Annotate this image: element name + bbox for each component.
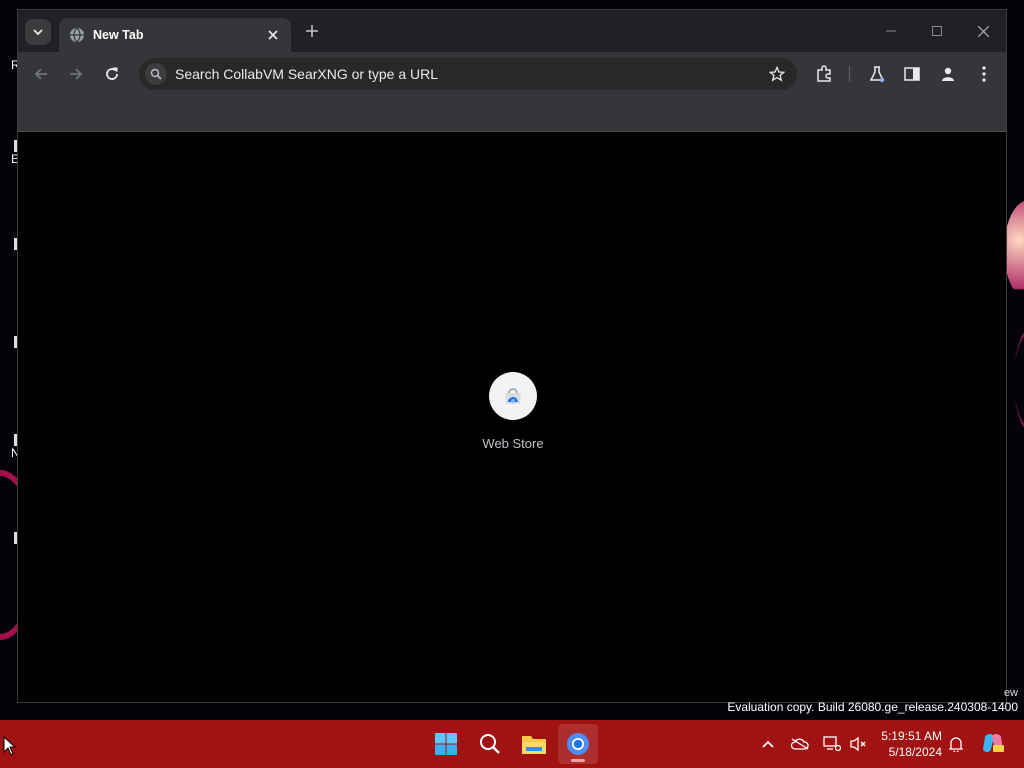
flask-icon: [869, 66, 885, 83]
evaluation-watermark: Evaluation copy. Build 26080.ge_release.…: [727, 700, 1018, 714]
minimize-button[interactable]: [876, 18, 906, 44]
toolbar-divider: [849, 66, 850, 82]
notifications-button[interactable]: [946, 734, 966, 754]
omnibox-input[interactable]: [175, 58, 763, 90]
search-button[interactable]: [470, 724, 510, 764]
desktop-icon-4[interactable]: [2, 336, 18, 348]
clock-time: 5:19:51 AM: [881, 729, 942, 743]
desktop-icon-3[interactable]: [2, 238, 18, 250]
side-panel-button[interactable]: [898, 60, 926, 88]
clock-date: 5/18/2024: [888, 745, 942, 759]
desktop-icon-5[interactable]: N: [2, 434, 20, 460]
active-app-indicator: [571, 759, 585, 762]
profile-button[interactable]: [934, 60, 962, 88]
bookmarks-bar: [18, 96, 1006, 132]
minimize-icon: [886, 30, 896, 32]
person-icon: [942, 67, 954, 81]
maximize-icon: [932, 26, 942, 36]
address-bar[interactable]: [139, 58, 797, 90]
back-button[interactable]: [27, 60, 55, 88]
new-tab-page: Web Store: [18, 132, 1006, 702]
browser-window: New Tab Search CollabVM SearXNG or type …: [17, 9, 1007, 703]
search-engine-icon[interactable]: [145, 63, 167, 85]
close-tab-icon[interactable]: [263, 25, 283, 45]
reload-button[interactable]: [98, 60, 126, 88]
close-icon: [977, 25, 989, 37]
chevron-down-icon: [33, 29, 43, 36]
mouse-cursor-icon: [3, 736, 17, 756]
file-explorer-button[interactable]: [514, 724, 554, 764]
chrome-taskbar-button[interactable]: [558, 724, 598, 764]
tab-search-button[interactable]: [25, 19, 51, 45]
puzzle-icon: [817, 65, 831, 82]
chrome-icon: [567, 733, 589, 755]
copilot-icon[interactable]: [980, 730, 1006, 756]
side-panel-icon: [904, 67, 920, 81]
desktop-icon-1[interactable]: R: [2, 58, 20, 72]
new-tab-button[interactable]: [301, 20, 323, 42]
volume-muted-icon[interactable]: [848, 734, 868, 754]
onedrive-icon[interactable]: [790, 734, 810, 754]
close-window-button[interactable]: [968, 18, 998, 44]
shortcut-web-store[interactable]: Web Store: [478, 372, 548, 451]
bell-icon: [949, 737, 963, 752]
web-store-icon: [489, 372, 537, 420]
reload-icon: [106, 67, 118, 80]
taskbar: [0, 720, 1024, 768]
arrow-left-icon: [34, 68, 47, 80]
globe-icon: [70, 27, 84, 43]
start-button[interactable]: [426, 724, 466, 764]
show-hidden-icons-button[interactable]: [758, 734, 778, 754]
bookmark-star-icon[interactable]: [763, 60, 791, 88]
windows-logo-icon: [435, 733, 457, 755]
taskbar-clock[interactable]: 5:19:51 AM 5/18/2024: [872, 728, 942, 760]
search-icon: [480, 734, 500, 754]
tab-strip: New Tab: [18, 10, 1006, 52]
chevron-up-icon: [762, 740, 774, 748]
plus-icon: [306, 25, 318, 37]
kebab-menu-icon: [982, 66, 986, 82]
watermark-fragment: ew: [1003, 687, 1018, 699]
forward-button[interactable]: [62, 60, 90, 88]
network-icon[interactable]: [822, 734, 842, 754]
folder-icon: [522, 736, 546, 754]
extensions-button[interactable]: [810, 60, 838, 88]
tab-new-tab[interactable]: New Tab: [59, 18, 291, 52]
desktop-icon-6[interactable]: [2, 532, 18, 544]
browser-toolbar: [18, 52, 1006, 96]
arrow-right-icon: [70, 68, 83, 80]
menu-button[interactable]: [970, 60, 998, 88]
tab-title: New Tab: [93, 28, 144, 42]
desktop-icon-2[interactable]: E: [2, 140, 19, 166]
labs-button[interactable]: [863, 60, 891, 88]
maximize-button[interactable]: [922, 18, 952, 44]
shortcut-label: Web Store: [482, 436, 544, 451]
